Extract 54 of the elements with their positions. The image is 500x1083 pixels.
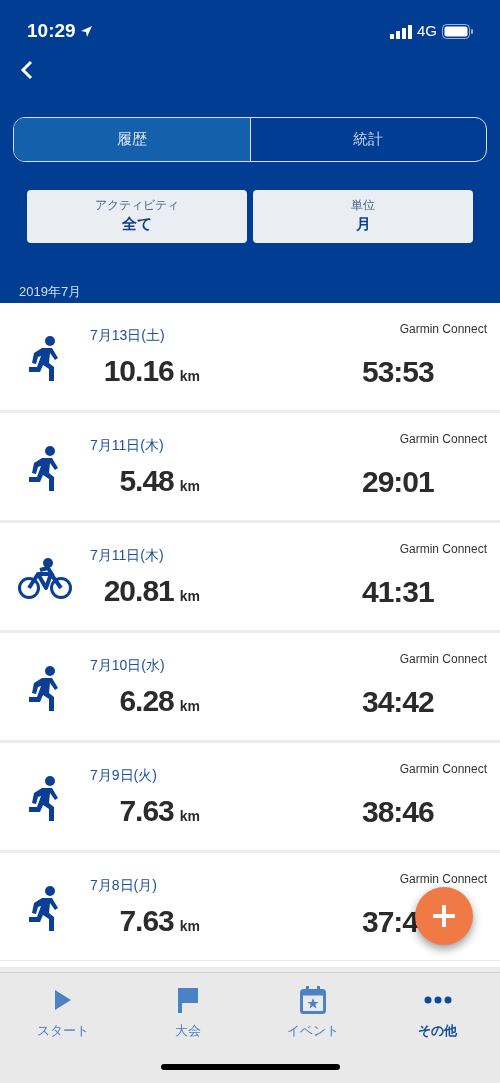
nav-tab[interactable]: その他 [375, 985, 500, 1041]
activity-date: 7月11日(木) [90, 546, 164, 565]
flag-icon [176, 987, 199, 1013]
activity-date: 7月10日(水) [90, 656, 165, 675]
segment-tab[interactable]: 履歴 [14, 118, 250, 161]
duration-value: 53:53 [362, 354, 434, 390]
distance-unit: km [179, 917, 200, 936]
plus-icon [431, 903, 457, 929]
calendar-icon [299, 986, 326, 1014]
activity-date: 7月13日(土) [90, 326, 165, 345]
distance-unit: km [179, 367, 200, 386]
play-icon [53, 989, 72, 1011]
distance-value: 7.63 [119, 903, 174, 939]
more-icon [423, 996, 452, 1004]
duration-value: 29:01 [362, 464, 434, 500]
activity-row[interactable]: 7月8日(月) 7.63 km Garmin Connect 37:4 [0, 853, 500, 960]
distance-value: 5.48 [119, 463, 174, 499]
status-time: 10:29 [27, 19, 76, 44]
duration-value: 41:31 [362, 574, 434, 610]
activity-date: 7月11日(木) [90, 436, 164, 455]
activity-row[interactable]: 7月11日(木) 20.81 km Garmin Connect 41:31 [0, 523, 500, 630]
network-label: 4G [417, 21, 437, 42]
activity-row[interactable]: 7月9日(火) 7.63 km Garmin Connect 38:46 [0, 743, 500, 850]
source-label: Garmin Connect [399, 761, 487, 778]
cyclist-icon [18, 557, 72, 600]
location-icon [79, 25, 93, 38]
battery-icon [442, 24, 473, 39]
distance-value: 10.16 [103, 353, 174, 389]
distance-unit: km [179, 697, 200, 716]
distance-unit: km [179, 477, 200, 496]
month-label: 2019年7月 [19, 284, 82, 299]
source-label: Garmin Connect [399, 431, 487, 448]
source-label: Garmin Connect [399, 321, 487, 338]
activity-row[interactable]: 7月13日(土) 10.16 km Garmin Connect 53:53 [0, 303, 500, 410]
distance-value: 20.81 [103, 573, 174, 609]
distance-value: 6.28 [119, 683, 174, 719]
source-label: Garmin Connect [399, 871, 487, 888]
duration-value: 37:4 [362, 904, 419, 940]
filter-button[interactable]: 単位 月 [253, 190, 473, 243]
distance-unit: km [179, 807, 200, 826]
source-label: Garmin Connect [399, 651, 487, 668]
back-icon[interactable] [20, 60, 33, 80]
filter-button[interactable]: アクティビティ 全て [27, 190, 247, 243]
activity-date: 7月8日(月) [90, 876, 157, 895]
distance-unit: km [179, 587, 200, 606]
distance-value: 7.63 [119, 793, 174, 829]
signal-icon [390, 24, 412, 39]
activity-row[interactable]: 7月11日(木) 5.48 km Garmin Connect 29:01 [0, 413, 500, 520]
duration-value: 34:42 [362, 684, 434, 720]
activity-date: 7月9日(火) [90, 766, 157, 785]
source-label: Garmin Connect [399, 541, 487, 558]
segment-tab[interactable]: 統計 [249, 118, 486, 161]
duration-value: 38:46 [362, 794, 434, 830]
activity-row[interactable]: 7月10日(水) 6.28 km Garmin Connect 34:42 [0, 633, 500, 740]
